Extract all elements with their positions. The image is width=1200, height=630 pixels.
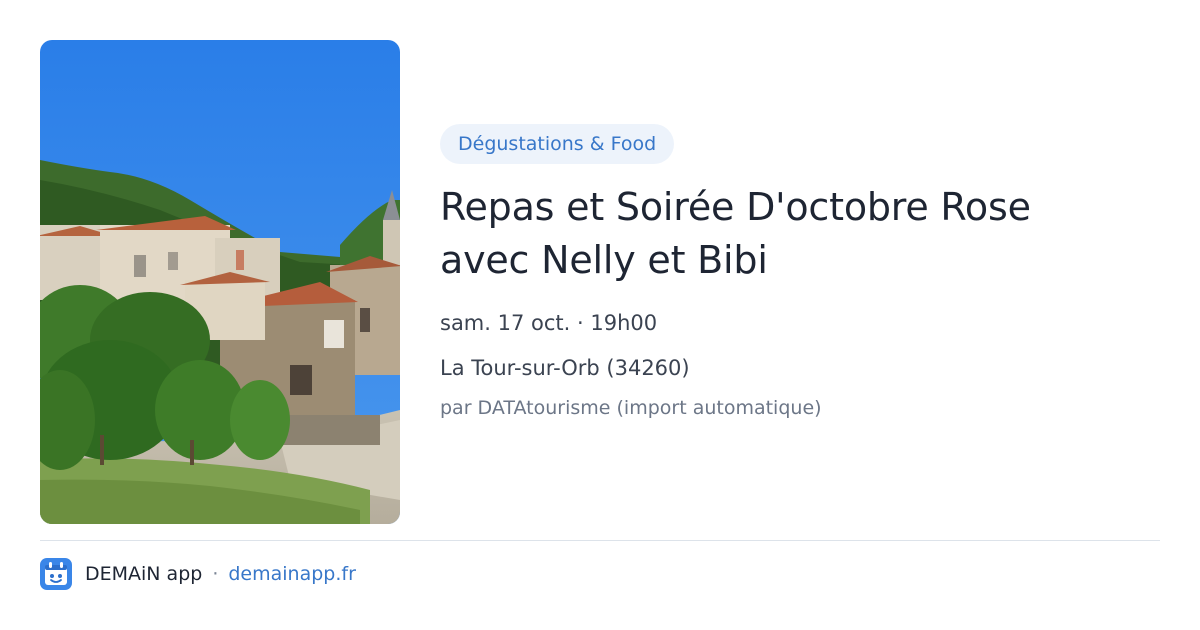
- site-link[interactable]: demainapp.fr: [228, 563, 356, 585]
- footer: DEMAiN app · demainapp.fr: [40, 558, 356, 590]
- event-photo: [40, 40, 400, 524]
- divider: [40, 540, 1160, 541]
- footer-separator: ·: [212, 563, 219, 585]
- category-chip[interactable]: Dégustations & Food: [440, 124, 675, 164]
- event-location: La Tour-sur-Orb (34260): [440, 356, 690, 380]
- event-title: Repas et Soirée D'octobre Rose avec Nelly…: [440, 181, 1160, 287]
- app-name: DEMAiN app: [85, 563, 203, 585]
- event-source: par DATAtourisme (import automatique): [440, 397, 822, 419]
- event-title-line-2: avec Nelly et Bibi: [440, 238, 768, 282]
- event-datetime: sam. 17 oct. · 19h00: [440, 311, 658, 335]
- demain-app-logo-icon: [40, 558, 72, 590]
- event-title-line-1: Repas et Soirée D'octobre Rose: [440, 185, 1031, 229]
- event-details: Dégustations & Food Repas et Soirée D'oc…: [440, 124, 1160, 422]
